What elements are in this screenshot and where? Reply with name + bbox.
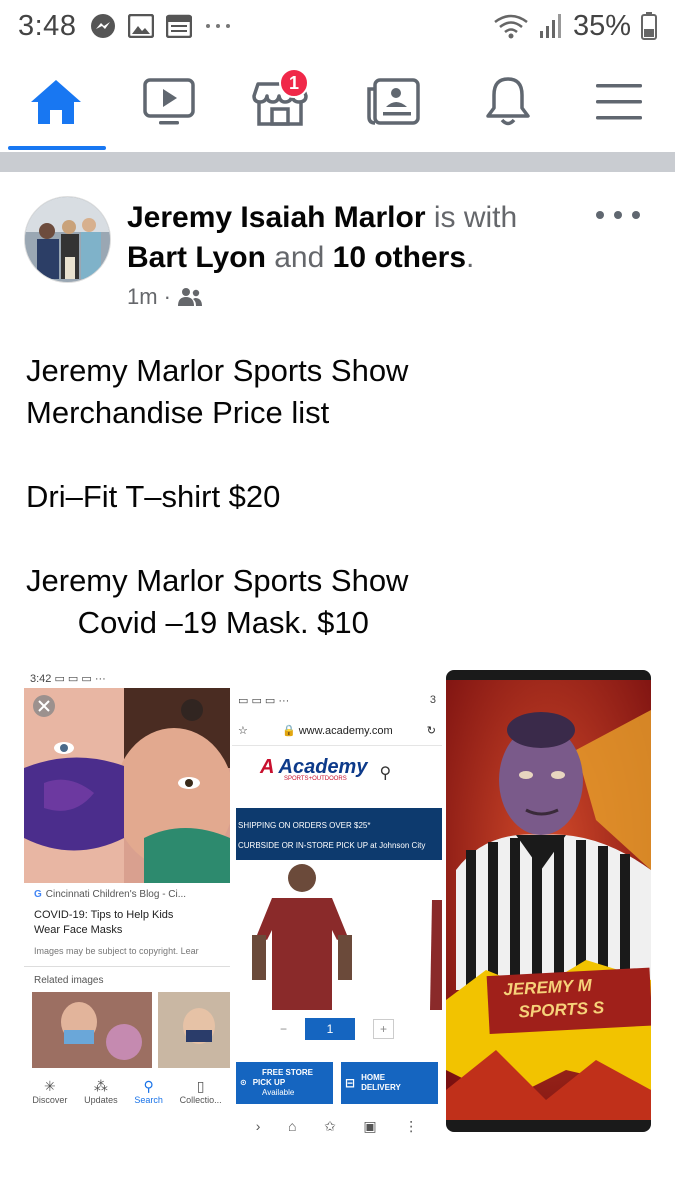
photo1-time: 3:42 [30,673,52,685]
body-line: Covid –19 Mask. $10 [26,605,369,640]
star-icon: ☆ [238,725,248,737]
top-nav: 1 [0,56,675,151]
updates-icon: ⁂ [93,1078,108,1094]
asterisk-icon: ✳ [44,1078,56,1094]
post-photo-2[interactable]: ▭ ▭ ▭ ··· 3 ☆ 🔒 www.academy.com ↻ A Acade… [232,690,442,1170]
home-icon[interactable]: ⌂ [288,1118,296,1135]
photo2-signal: 3 [429,694,436,706]
post-body: Jeremy Marlor Sports Show Merchandise Pr… [26,350,646,644]
qty-value[interactable]: 1 [305,1018,355,1040]
feed-divider [0,152,675,172]
tab-collections[interactable]: ▯ Collectio... [180,1078,222,1105]
home-icon [31,80,81,124]
shipping-banner: SHIPPING ON ORDERS OVER $25* [238,821,371,830]
reload-icon: ↻ [426,725,436,737]
bookmark-icon: ▯ [196,1078,205,1094]
image-icon [128,14,155,38]
tab-label: Updates [84,1095,118,1105]
nav-home[interactable] [21,70,91,134]
more-dots-icon [206,24,231,28]
google-g-icon: G [34,889,42,900]
academy-logo: A Academy SPORTS+OUTDOORS [260,756,368,782]
body-line: Dri–Fit T–shirt $20 [26,479,281,514]
watch-icon [143,78,195,125]
photo1-masks-image [24,688,230,883]
battery-icon [641,12,657,40]
body-line: Jeremy Marlor Sports Show [26,353,409,388]
avatar[interactable] [24,196,111,283]
more-vert-icon[interactable]: ⋮ [404,1118,418,1135]
meta-dot: · [163,284,171,309]
btn1-line3: Available [262,1088,295,1097]
search-icon: ⚲ [379,765,392,782]
home-delivery-button[interactable]: ⊟ HOME DELIVERY [341,1062,438,1104]
photo1-status: 3:42 ▭ ▭ ▭ ··· [30,673,106,685]
tab-discover[interactable]: ✳ Discover [32,1078,67,1105]
bell-icon [486,77,530,126]
photo1-related: Related images [34,975,104,986]
calendar-icon [166,14,193,38]
tab-updates[interactable]: ⁂ Updates [84,1078,118,1105]
news-icon [367,78,420,125]
btn1-line2: PICK UP [252,1078,286,1087]
btn2-line2: DELIVERY [361,1083,401,1092]
photo1-copyright: Images may be subject to copyright. Lear [34,946,199,956]
photo2-url: www.academy.com [298,725,393,737]
photo1-title-2: Wear Face Masks [34,924,123,936]
marketplace-badge: 1 [279,68,309,98]
search-icon: ⚲ [143,1078,154,1094]
location-icon: ⊙ [240,1078,247,1087]
status-bar: 3:48 35% [0,0,675,52]
truck-icon: ⊟ [345,1076,356,1090]
status-time: 3:48 [18,9,77,42]
tab-label: Collectio... [179,1095,222,1105]
photo2-status: ▭ ▭ ▭ ··· 3 [238,694,436,707]
qty-decrease[interactable]: − [280,1022,287,1036]
tab-search[interactable]: ⚲ Search [134,1078,163,1105]
tshirt-image [232,860,442,1010]
post-header-text: Jeremy Isaiah Marlor is with Bart Lyon a… [127,198,577,278]
tab-label: Search [134,1095,163,1105]
photo1-title-1: COVID-19: Tips to Help Kids [34,909,174,921]
nav-watch[interactable] [134,70,204,134]
post-more-button[interactable] [596,203,640,227]
qty-increase[interactable]: + [373,1019,395,1039]
active-tab-indicator [8,146,106,150]
forward-icon[interactable]: › [256,1118,261,1135]
battery-percent: 35% [572,9,631,42]
post-author[interactable]: Jeremy Isaiah Marlor [127,201,426,234]
btn2-line1: HOME [361,1073,386,1082]
post-photo-1[interactable]: 3:42 ▭ ▭ ▭ ··· G Cincinnati Children's Bl… [24,668,230,1136]
referee-illustration: JEREMY M SPORTS S [446,680,651,1120]
pickup-banner: CURBSIDE OR IN-STORE PICK UP at Johnson … [238,841,426,850]
btn1-line1: FREE STORE [262,1068,313,1077]
nav-menu[interactable] [584,70,654,134]
nav-notifications[interactable] [473,70,543,134]
tabs-icon[interactable]: ▣ [363,1118,376,1135]
post-time[interactable]: 1m [127,284,158,310]
tagged-others[interactable]: 10 others [333,241,466,274]
messenger-icon [91,14,116,38]
wifi-icon [494,14,528,39]
post-meta: 1m · [127,284,203,310]
post-photo-3[interactable]: JEREMY M SPORTS S [446,670,651,1132]
bookmark-star-icon[interactable]: ✩ [324,1118,336,1135]
tagged-person[interactable]: Bart Lyon [127,241,266,274]
photo1-related-images [32,992,230,1068]
nav-news[interactable] [358,70,428,134]
friends-audience-icon [177,288,202,306]
tab-label: Discover [32,1095,68,1105]
signal-icon [539,14,561,38]
nav-marketplace[interactable]: 1 [245,68,315,134]
body-line: Merchandise Price list [26,395,330,430]
period: . [466,241,475,274]
and-text: and [265,241,333,274]
store-pickup-button[interactable]: FREE STORE ⊙ PICK UP Available [236,1062,333,1104]
menu-icon [596,84,642,120]
address-bar[interactable]: 🔒 www.academy.com [282,724,393,737]
with-text: is with [425,201,518,234]
body-line: Jeremy Marlor Sports Show [26,563,409,598]
photo1-source: Cincinnati Children's Blog - Ci... [45,889,187,900]
